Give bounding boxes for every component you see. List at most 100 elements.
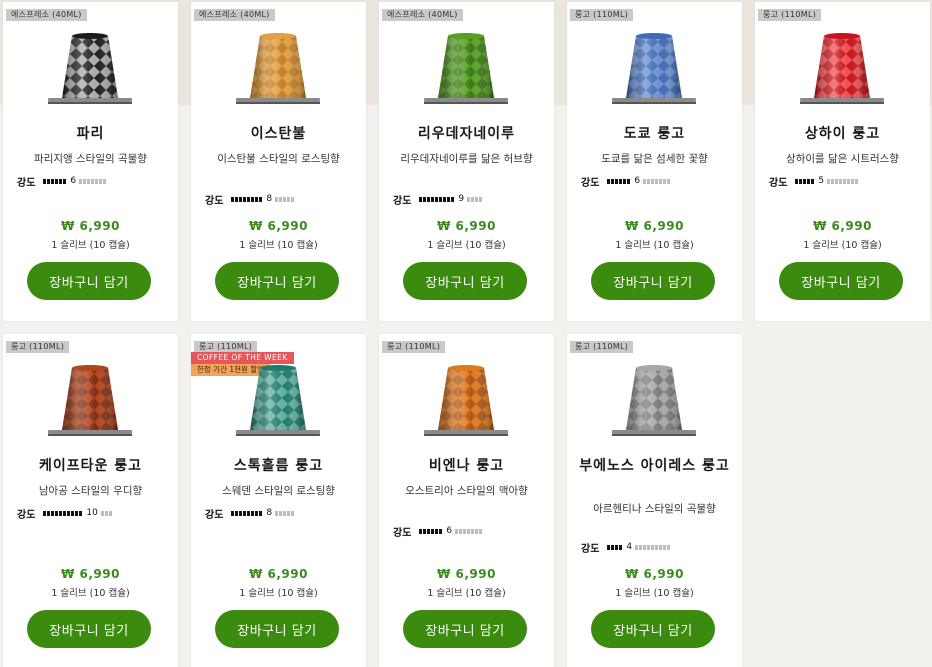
intensity-bars-filled <box>419 528 443 534</box>
intensity-bar-on <box>43 510 47 516</box>
capsule-image[interactable] <box>604 362 704 442</box>
capsule-size-tag: 룽고 (110ML) <box>6 341 70 353</box>
product-name[interactable]: 파리 <box>11 125 170 143</box>
intensity-bar-on <box>799 178 803 184</box>
intensity-bar-off <box>275 510 279 516</box>
intensity-bar-off <box>651 178 655 184</box>
intensity-meter: 강도 4 <box>581 540 736 555</box>
product-card[interactable]: 에스프레소 (40ML) 이스탄불 이스탄불 스타일의 로스팅향 강도 8 ₩ … <box>191 2 366 321</box>
intensity-bar-off <box>467 528 471 534</box>
product-card[interactable]: 룽고 (110ML) 상하이 룽고 상하이를 닮은 시트러스향 강도 5 ₩ 6… <box>755 2 930 321</box>
product-name[interactable]: 도쿄 룽고 <box>575 125 734 143</box>
intensity-bar-on <box>807 178 811 184</box>
product-card[interactable]: 룽고 (110ML) 비엔나 룽고 오스트리아 스타일의 맥아향 강도 6 ₩ … <box>379 334 554 667</box>
intensity-bar-off <box>479 528 483 534</box>
product-card[interactable]: 에스프레소 (40ML) 리우데자네이루 리우데자네이루를 닮은 허브향 강도 … <box>379 2 554 321</box>
intensity-bar-off <box>847 178 851 184</box>
capsule-image[interactable] <box>40 30 140 110</box>
intensity-label: 강도 <box>769 177 788 189</box>
add-to-cart-button[interactable]: 장바구니 담기 <box>215 610 339 648</box>
intensity-bar-on <box>615 178 619 184</box>
capsule-image[interactable] <box>40 362 140 442</box>
product-name[interactable]: 부에노스 아이레스 룽고 <box>575 457 734 475</box>
product-card[interactable]: 룽고 (110ML) 부에노스 아이레스 룽고 아르헨티나 스타일의 곡물향 강… <box>567 334 742 667</box>
intensity-bar-on <box>619 544 623 550</box>
intensity-bar-on <box>427 196 431 202</box>
intensity-bar-off <box>459 528 463 534</box>
product-name[interactable]: 상하이 룽고 <box>763 125 922 143</box>
capsule-image[interactable] <box>228 30 328 110</box>
add-to-cart-button[interactable]: 장바구니 담기 <box>403 610 527 648</box>
add-to-cart-button[interactable]: 장바구니 담기 <box>779 262 903 300</box>
intensity-bar-off <box>651 544 655 550</box>
intensity-bar-on <box>451 196 455 202</box>
product-card[interactable]: 룽고 (110ML) 케이프타운 룽고 남아공 스타일의 우디향 강도 10 ₩… <box>3 334 178 667</box>
capsule-image[interactable] <box>228 362 328 442</box>
intensity-bar-on <box>607 178 611 184</box>
intensity-bar-on <box>611 178 615 184</box>
intensity-meter: 강도 8 <box>205 192 360 207</box>
product-description: 스웨덴 스타일의 로스팅향 <box>222 485 335 497</box>
product-price: ₩ 6,990 <box>249 219 308 233</box>
intensity-label: 강도 <box>17 509 36 521</box>
product-unit: 1 슬리브 (10 캡슐) <box>803 240 882 251</box>
intensity-bar-on <box>239 196 243 202</box>
intensity-bars-empty <box>79 178 107 184</box>
capsule-image[interactable] <box>604 30 704 110</box>
intensity-bar-on <box>243 510 247 516</box>
add-to-cart-button[interactable]: 장바구니 담기 <box>403 262 527 300</box>
intensity-bar-off <box>87 178 91 184</box>
intensity-bar-on <box>59 510 63 516</box>
product-name[interactable]: 이스탄불 <box>199 125 358 143</box>
product-name[interactable]: 리우데자네이루 <box>387 125 546 143</box>
intensity-bar-off <box>91 178 95 184</box>
intensity-bar-on <box>59 178 63 184</box>
product-card[interactable]: 룽고 (110ML) COFFEE OF THE WEEK 한정 기간 1천원 … <box>191 334 366 667</box>
intensity-label: 강도 <box>205 509 224 521</box>
intensity-bar-off <box>475 528 479 534</box>
capsule-image[interactable] <box>416 362 516 442</box>
add-to-cart-button[interactable]: 장바구니 담기 <box>27 262 151 300</box>
intensity-bar-on <box>431 196 435 202</box>
product-card[interactable]: 룽고 (110ML) 도쿄 룽고 도쿄를 닮은 섬세한 꽃향 강도 6 ₩ 6,… <box>567 2 742 321</box>
product-description: 오스트리아 스타일의 맥아향 <box>405 485 528 497</box>
intensity-meter: 강도 5 <box>769 174 924 189</box>
product-name[interactable]: 비엔나 룽고 <box>387 457 546 475</box>
intensity-bars-empty <box>455 528 483 534</box>
capsule-size-tag: 룽고 (110ML) <box>570 341 634 353</box>
intensity-bar-off <box>851 178 855 184</box>
intensity-meter: 강도 8 <box>205 506 360 521</box>
add-to-cart-button[interactable]: 장바구니 담기 <box>27 610 151 648</box>
add-to-cart-button[interactable]: 장바구니 담기 <box>591 262 715 300</box>
intensity-bar-on <box>435 528 439 534</box>
intensity-bar-off <box>663 544 667 550</box>
intensity-bar-off <box>827 178 831 184</box>
intensity-bar-on <box>423 196 427 202</box>
intensity-value: 10 <box>86 508 98 518</box>
intensity-bar-on <box>447 196 451 202</box>
product-name[interactable]: 케이프타운 룽고 <box>11 457 170 475</box>
intensity-bar-off <box>635 544 639 550</box>
intensity-bars-filled <box>419 196 455 202</box>
intensity-bar-on <box>615 544 619 550</box>
capsule-image[interactable] <box>416 30 516 110</box>
intensity-bar-on <box>235 196 239 202</box>
intensity-value: 6 <box>446 526 453 536</box>
intensity-label: 강도 <box>205 195 224 207</box>
intensity-bar-off <box>103 178 107 184</box>
intensity-bar-on <box>247 510 251 516</box>
intensity-bar-off <box>655 178 659 184</box>
add-to-cart-button[interactable]: 장바구니 담기 <box>591 610 715 648</box>
intensity-bar-on <box>251 196 255 202</box>
intensity-label: 강도 <box>393 195 412 207</box>
intensity-bars-empty <box>467 196 483 202</box>
intensity-bar-on <box>47 178 51 184</box>
intensity-bars-empty <box>643 178 671 184</box>
product-card[interactable]: 에스프레소 (40ML) 파리 파리지앵 스타일의 곡물향 강도 6 ₩ 6,9… <box>3 2 178 321</box>
intensity-value: 4 <box>626 542 633 552</box>
product-name[interactable]: 스톡홀름 룽고 <box>199 457 358 475</box>
add-to-cart-button[interactable]: 장바구니 담기 <box>215 262 339 300</box>
capsule-image[interactable] <box>792 30 892 110</box>
intensity-bar-off <box>663 178 667 184</box>
intensity-bar-on <box>419 196 423 202</box>
